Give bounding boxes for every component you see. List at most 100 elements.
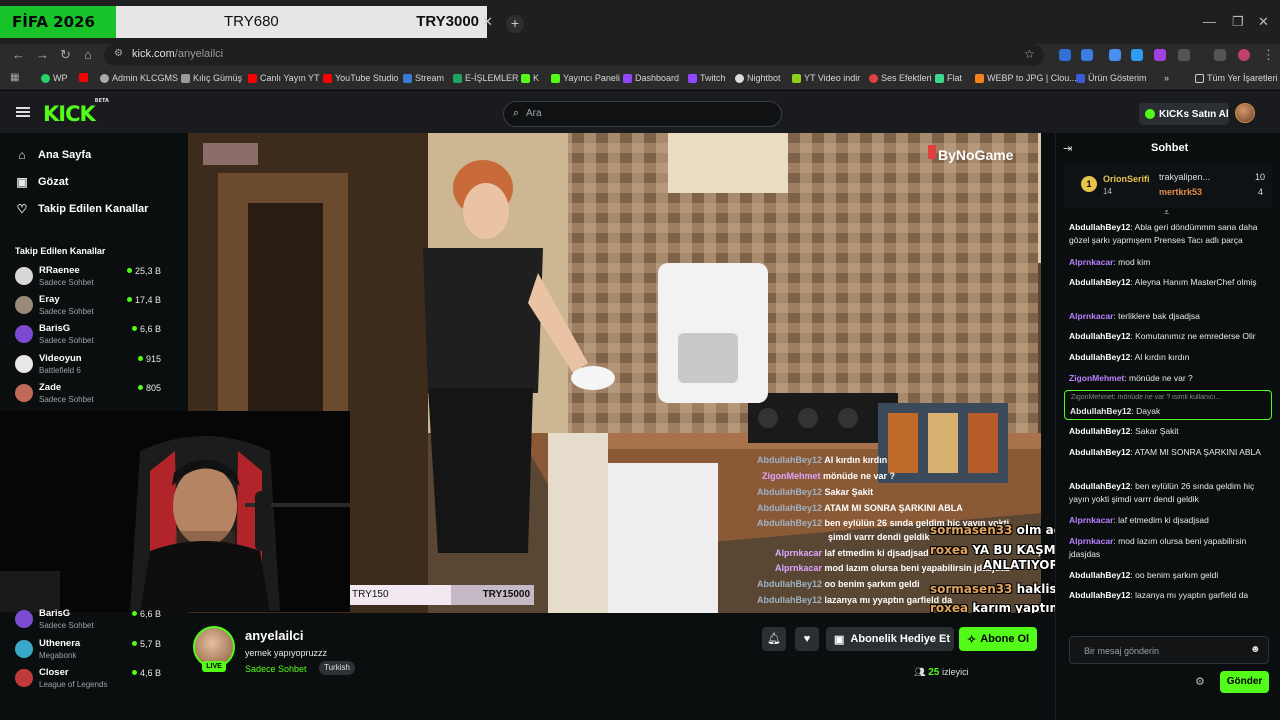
second-gifter-name[interactable]: trakyalipen... [1159, 172, 1210, 182]
tab-close-icon[interactable]: ✕ [482, 14, 493, 30]
bookmark-item[interactable]: Ses Efektleri [869, 73, 932, 83]
all-bookmarks-folder[interactable]: Tüm Yer İşaretleri [1195, 73, 1278, 83]
search-icon: ⌕ [513, 107, 520, 119]
chat-username[interactable]: AbdullahBey12 [1069, 570, 1130, 580]
subscribe-button[interactable]: ✧ Abone Ol [959, 627, 1037, 651]
third-gifter-name[interactable]: mertkrk53 [1159, 187, 1202, 197]
chat-username[interactable]: Alprnkacar [1069, 515, 1113, 525]
bookmark-item[interactable]: Nightbot [735, 73, 781, 83]
bookmark-item[interactable]: Twitch [688, 73, 726, 83]
close-window-icon[interactable]: ✕ [1258, 14, 1269, 30]
bookmark-item[interactable]: WP [41, 73, 68, 83]
search-input[interactable]: ⌕ Ara [503, 101, 782, 127]
apps-grid-icon[interactable]: ▦ [10, 72, 19, 83]
extensions-puzzle-icon[interactable] [1178, 49, 1190, 61]
channel-name[interactable]: anyelailci [245, 628, 304, 643]
tab-search-icon[interactable] [1214, 49, 1226, 61]
chat-username[interactable]: Alprnkacar [1069, 536, 1113, 546]
bookmark-star-icon[interactable]: ☆ [1024, 47, 1035, 61]
maximize-icon[interactable]: ❐ [1232, 14, 1244, 30]
channel-name: BarisG [39, 323, 71, 334]
collapse-chat-icon[interactable]: ⇥ [1063, 142, 1072, 155]
channel-category: Sadece Sohbet [39, 395, 94, 404]
kicks-coin-icon [1145, 109, 1155, 119]
sidebar-item-following[interactable]: ♡ Takip Edilen Kanallar [16, 202, 149, 216]
bookmarks-overflow[interactable]: » [1164, 73, 1169, 83]
bookmark-item[interactable]: Admin KLCGMS [100, 73, 178, 83]
new-tab-button[interactable]: + [506, 15, 524, 33]
send-message-button[interactable]: Gönder [1220, 671, 1269, 693]
reload-icon[interactable]: ↻ [60, 47, 71, 63]
translate-extension-icon[interactable] [1059, 49, 1071, 61]
chat-username[interactable]: AbdullahBey12 [1069, 426, 1130, 436]
chat-username[interactable]: AbdullahBey12 [1069, 222, 1130, 232]
followed-channel[interactable]: RRaenee Sadece Sohbet 25,3 B [15, 263, 165, 291]
chat-username[interactable]: AbdullahBey12 [1069, 352, 1130, 362]
bookmark-item[interactable]: Canlı Yayın YT [248, 73, 320, 83]
chat-username[interactable]: AbdullahBey12 [1069, 481, 1130, 491]
profile-icon[interactable] [1238, 49, 1250, 61]
followed-channel[interactable]: Eray Sadece Sohbet 17,4 B [15, 292, 165, 320]
chat-username[interactable]: AbdullahBey12 [1069, 277, 1130, 287]
stream-category[interactable]: Sadece Sohbet [245, 664, 307, 674]
minimize-icon[interactable]: — [1203, 14, 1216, 29]
followed-channel[interactable]: BarisG Sadece Sohbet 6,6 B [15, 606, 165, 634]
overlay-chat-text: şimdi varrr dendi geldik [828, 532, 930, 542]
tab-banner[interactable]: FİFA 2026 TRY680 TRY3000 [0, 6, 487, 38]
menu-kebab-icon[interactable]: ⋮ [1262, 47, 1275, 63]
followed-channel[interactable]: Closer League of Legends 4,6 B [15, 665, 165, 693]
chat-username[interactable]: ZigonMehmet [1069, 373, 1124, 383]
chat-username[interactable]: AbdullahBey12 [1069, 590, 1130, 600]
hamburger-menu-icon[interactable] [16, 107, 30, 117]
user-avatar[interactable] [1235, 103, 1255, 123]
chat-username[interactable]: AbdullahBey12 [1069, 331, 1130, 341]
followed-channel[interactable]: Videoyun Battlefield 6 915 [15, 351, 165, 379]
site-info-icon[interactable]: ⚙ [114, 48, 123, 59]
extension-icon[interactable] [1109, 49, 1121, 61]
sidebar-item-home[interactable]: ⌂ Ana Sayfa [16, 148, 91, 162]
chat-username[interactable]: AbdullahBey12 [1069, 447, 1130, 457]
rank-badge: 1 [1081, 176, 1097, 192]
bookmark-item[interactable]: Yayıncı Paneli [551, 73, 620, 83]
followed-channel[interactable]: BarisG Sadece Sohbet 6,6 B [15, 321, 165, 349]
sidebar-item-browse[interactable]: ▣ Gözat [16, 175, 68, 189]
gift-sub-button[interactable]: ▣ Abonelik Hediye Et [826, 627, 954, 651]
reply-message[interactable]: ZigonMehmet: mönüde ne var ? isimli kull… [1064, 390, 1272, 420]
bookmark-item[interactable]: K [521, 73, 539, 83]
language-tag[interactable]: Turkish [319, 661, 355, 675]
bell-icon: 🔔︎ [767, 633, 781, 645]
follow-heart-button[interactable]: ♥ [795, 627, 819, 651]
bookmark-item[interactable] [79, 73, 88, 82]
emoji-icon[interactable]: ☻ [1250, 644, 1261, 655]
bookmark-item[interactable]: Flat [935, 73, 962, 83]
home-icon[interactable]: ⌂ [84, 47, 92, 62]
chat-username[interactable]: Alprnkacar [1069, 311, 1113, 321]
bookmark-item[interactable]: Kılıç Gümüş [181, 73, 242, 83]
back-icon[interactable]: ← [12, 47, 25, 62]
expand-leaderboard-icon[interactable]: ⩡ [1164, 207, 1169, 218]
kick-logo[interactable]: KICKBETA [43, 98, 109, 126]
followed-channel[interactable]: Zade Sadece Sohbet 805 [15, 380, 165, 408]
bookmark-item[interactable]: Stream [403, 73, 444, 83]
bookmark-item[interactable]: YouTube Studio [323, 73, 398, 83]
bookmark-item[interactable]: Ürün Gösterim [1076, 73, 1147, 83]
channel-name: Uthenera [39, 638, 81, 649]
bookmark-item[interactable]: E-İŞLEMLER [453, 73, 519, 83]
followed-channel[interactable]: Uthenera Megabonk 5,7 B [15, 636, 165, 664]
top-gifter-name[interactable]: OrionSerifi [1103, 174, 1150, 184]
bookmark-item[interactable]: YT Video indir [792, 73, 860, 83]
chat-settings-icon[interactable]: ⚙ [1195, 675, 1205, 688]
bookmark-item[interactable]: WEBP to JPG | Clou... [975, 73, 1077, 83]
url-bar[interactable]: ⚙ kick.com/anyelailci ☆ [104, 44, 1044, 66]
bookmark-item[interactable]: Dashboard [623, 73, 679, 83]
download-extension-icon[interactable] [1131, 49, 1143, 61]
chat-username[interactable]: Alprnkacar [1069, 257, 1113, 267]
kicks-buy-button[interactable]: KICKs Satın Al [1139, 103, 1229, 125]
purple-extension-icon[interactable] [1154, 49, 1166, 61]
bookmarks-bar: ▦ WP Admin KLCGMS Kılıç Gümüş Canlı Yayı… [0, 68, 1280, 90]
audio-extension-icon[interactable] [1081, 49, 1093, 61]
notification-bell-button[interactable]: 🔔︎ [762, 627, 786, 651]
chat-text: Al kırdın kırdın [1134, 352, 1190, 362]
chat-message-input[interactable]: Bir mesaj gönderin ☻ [1069, 636, 1269, 664]
forward-icon[interactable]: → [36, 47, 49, 62]
